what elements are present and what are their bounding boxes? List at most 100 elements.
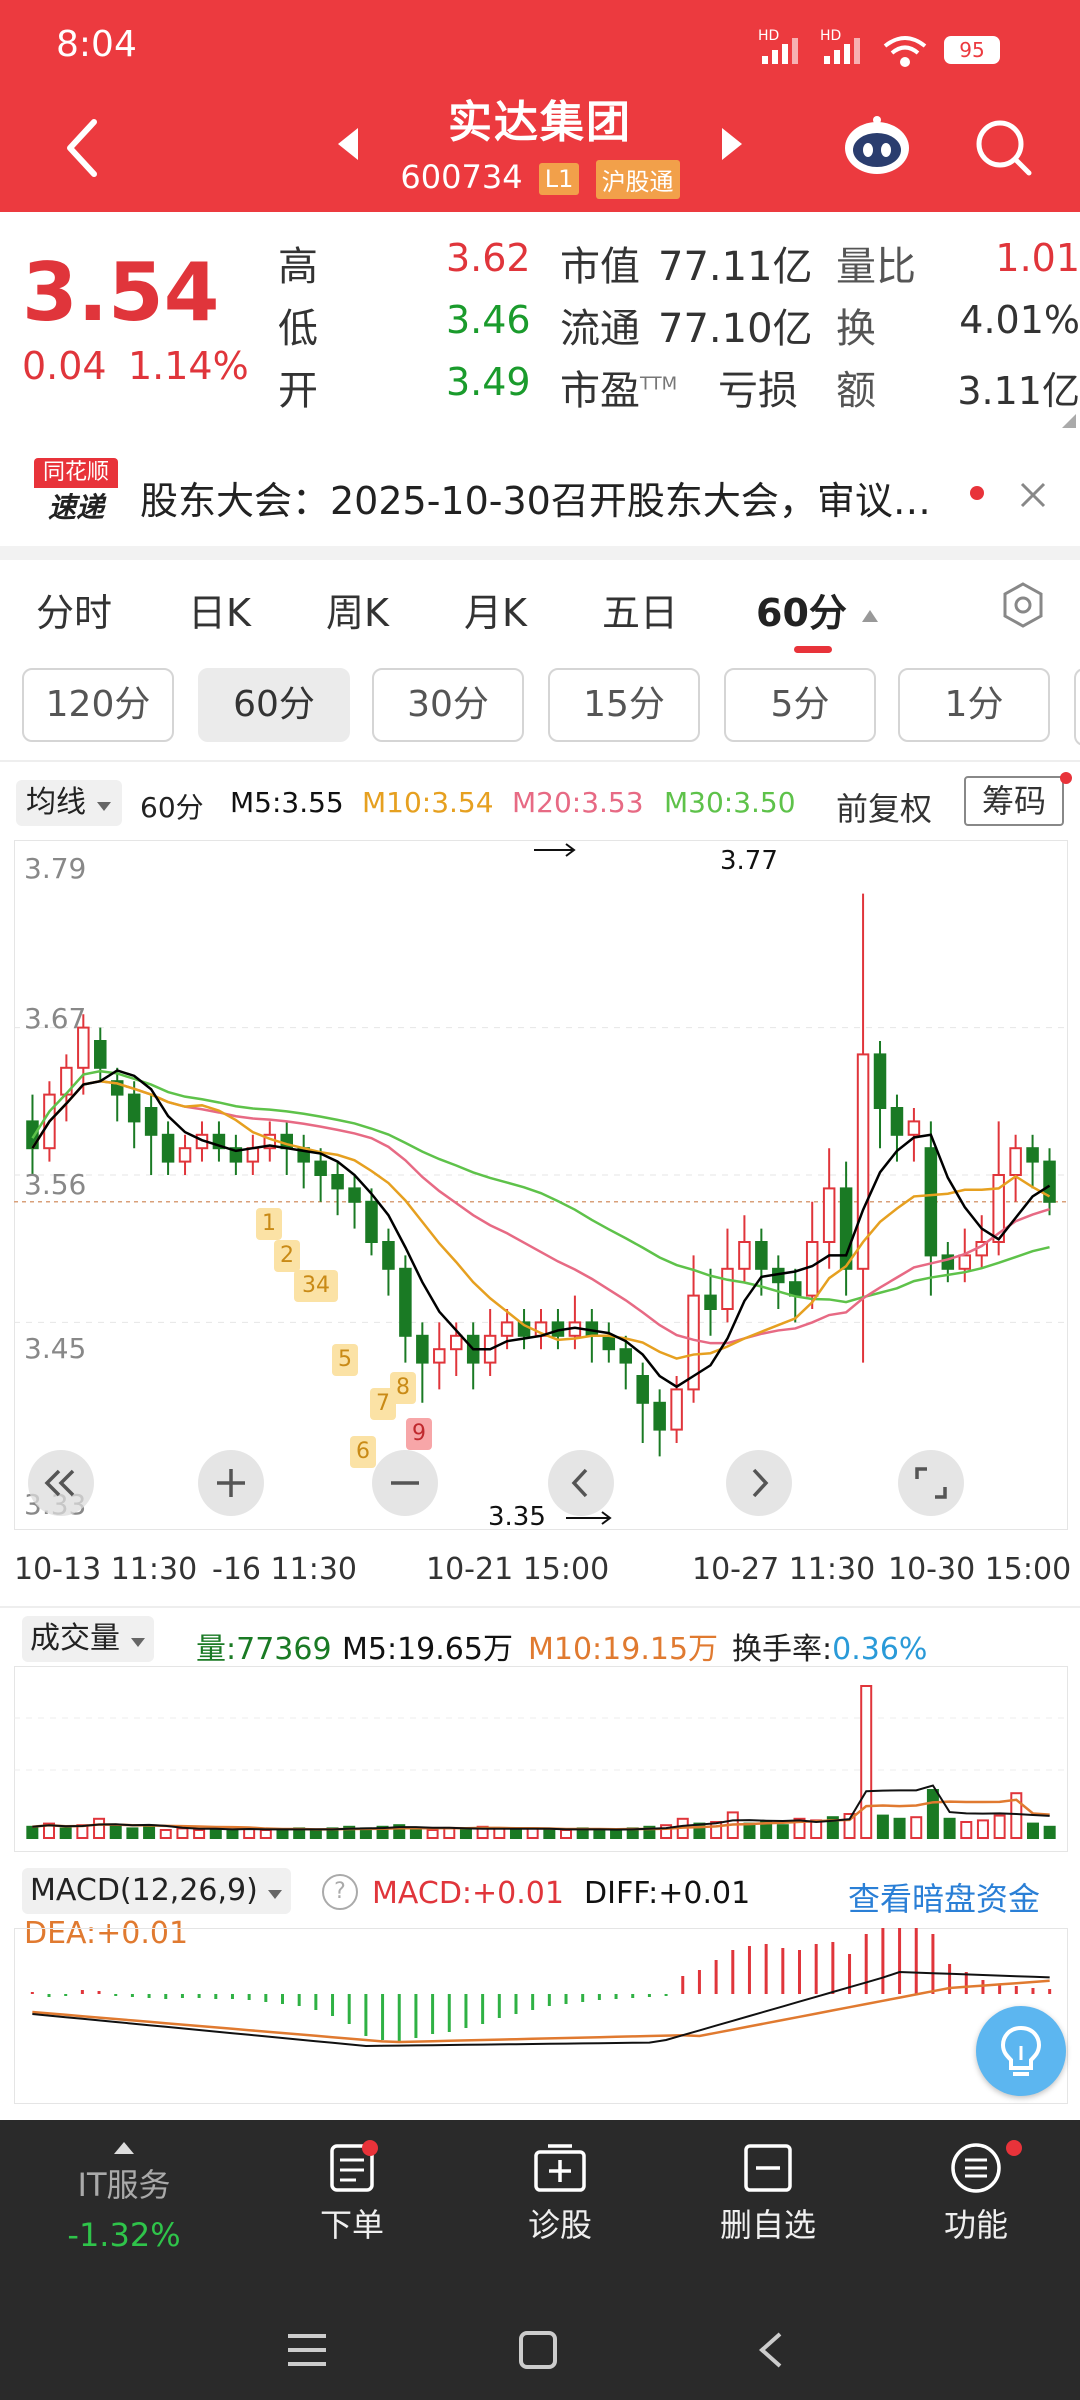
expand-corner-icon[interactable] <box>1058 410 1078 430</box>
zoom-in-control[interactable] <box>198 1450 264 1516</box>
volume-bar <box>876 1814 889 1840</box>
order-item[interactable]: 下单 <box>262 2140 442 2246</box>
volume-bar <box>443 1827 456 1839</box>
close-icon[interactable] <box>1018 480 1048 510</box>
turnover-value: 4.01% <box>959 298 1080 342</box>
x-label-1: 10-13 11:30 <box>14 1552 198 1587</box>
macd-selector[interactable]: MACD(12,26,9) <box>22 1868 292 1914</box>
macd-chart[interactable] <box>14 1928 1068 2104</box>
ma-selector[interactable]: 均线 <box>16 780 122 826</box>
rewind-control[interactable] <box>28 1450 94 1516</box>
news-banner[interactable]: 同花顺 速递 股东大会：2025-10-30召开股东大会，审议… <box>0 444 1080 544</box>
low-price-label: 3.35 <box>488 1502 546 1532</box>
sub-period-overflow[interactable] <box>1074 668 1080 746</box>
signal-34: 34 <box>294 1270 338 1302</box>
chips-button[interactable]: 筹码 <box>964 776 1064 826</box>
ma5-value: M5:3.55 <box>230 786 344 819</box>
turnover-label: 换 <box>836 306 876 352</box>
tab-weekly[interactable]: 周K <box>326 582 389 637</box>
signal-6: 6 <box>350 1436 376 1468</box>
y-label-3: 3.56 <box>24 1168 87 1201</box>
functions-dot <box>1006 2140 1022 2156</box>
remove-watchlist-item[interactable]: 删自选 <box>678 2140 858 2246</box>
sector-item[interactable]: IT服务 -1.32% <box>34 2140 214 2254</box>
volume-value: 量:77369 <box>196 1632 332 1667</box>
high-label: 高 <box>278 244 318 290</box>
volume-bar <box>810 1819 823 1839</box>
pe-value: 亏损 <box>718 368 798 414</box>
open-value: 3.49 <box>446 360 531 404</box>
tab-monthly[interactable]: 月K <box>464 582 527 637</box>
tab-five-day[interactable]: 五日 <box>602 582 678 637</box>
candle-body <box>822 1187 836 1243</box>
system-home-icon[interactable] <box>518 2330 558 2370</box>
search-icon[interactable] <box>972 116 1034 178</box>
sub-period-1[interactable]: 1分 <box>898 668 1050 742</box>
battery-level: 95 <box>959 38 985 62</box>
diagnose-item[interactable]: 诊股 <box>470 2140 650 2246</box>
tab-intraday[interactable]: 分时 <box>36 582 112 637</box>
volume-ratio-value: 1.01 <box>995 236 1080 280</box>
low-label: 低 <box>278 306 318 352</box>
scroll-right-control[interactable] <box>726 1450 792 1516</box>
help-icon[interactable]: ? <box>322 1874 358 1910</box>
volume-selector[interactable]: 成交量 <box>22 1616 154 1662</box>
divider-3 <box>0 1606 1080 1608</box>
news-unread-dot <box>970 486 984 500</box>
candle-body <box>670 1388 683 1431</box>
system-menu-icon[interactable] <box>286 2332 328 2368</box>
zoom-out-control[interactable] <box>372 1450 438 1516</box>
idea-bulb-button[interactable] <box>976 2006 1066 2096</box>
fullscreen-icon <box>915 1467 947 1499</box>
volume-bar <box>309 1829 322 1839</box>
level-tag: L1 <box>538 163 580 195</box>
signal-2: 2 <box>274 1240 300 1272</box>
system-back-icon[interactable] <box>756 2330 786 2370</box>
news-logo-top: 同花顺 <box>34 458 118 488</box>
news-logo-bottom: 速递 <box>47 491 104 524</box>
tab-60min[interactable]: 60分 <box>756 582 880 637</box>
tab-daily[interactable]: 日K <box>188 582 251 637</box>
sub-period-120[interactable]: 120分 <box>22 668 174 742</box>
sub-period-5[interactable]: 5分 <box>724 668 876 742</box>
candle-body <box>721 1267 734 1310</box>
dropdown-arrow-icon <box>130 1638 145 1647</box>
volume-bar <box>126 1827 139 1839</box>
fullscreen-control[interactable] <box>898 1450 964 1516</box>
candle-body <box>704 1294 717 1311</box>
wifi-icon <box>883 36 927 67</box>
candle-body <box>755 1241 768 1270</box>
volume-bar <box>893 1817 906 1840</box>
sub-period-15[interactable]: 15分 <box>548 668 700 742</box>
sector-name: IT服务 <box>77 2166 171 2204</box>
functions-label: 功能 <box>943 2206 1008 2244</box>
volume-bar <box>543 1829 556 1839</box>
settings-hexagon-icon[interactable] <box>998 580 1048 630</box>
sub-period-60[interactable]: 60分 <box>198 668 350 742</box>
ma20-value: M20:3.53 <box>512 786 644 819</box>
volume-bar <box>409 1827 422 1839</box>
functions-item[interactable]: 功能 <box>886 2140 1066 2246</box>
volume-bar <box>59 1827 72 1839</box>
volume-m10: M10:19.15万 <box>528 1632 719 1667</box>
news-text[interactable]: 股东大会：2025-10-30召开股东大会，审议… <box>140 470 931 525</box>
candle-body <box>636 1375 649 1404</box>
ma-indicator-bar: 均线 60分 M5:3.55 M10:3.54 M20:3.53 M30:3.5… <box>0 772 1080 832</box>
ma-period: 60分 <box>140 791 204 824</box>
volume-chart[interactable] <box>14 1666 1068 1852</box>
candle-body <box>738 1241 751 1270</box>
diff-value: DIFF:+0.01 <box>584 1876 751 1911</box>
volume-bar <box>526 1827 539 1839</box>
scroll-left-control[interactable] <box>548 1450 614 1516</box>
robot-assistant-icon[interactable] <box>842 114 912 178</box>
minus-icon <box>391 1481 419 1485</box>
adjust-toggle[interactable]: 前复权 <box>836 784 932 830</box>
turnover-rate-value: 0.36% <box>832 1632 928 1667</box>
last-price: 3.54 <box>22 246 220 339</box>
candle-body <box>314 1160 327 1177</box>
y-label-4: 3.45 <box>24 1332 87 1365</box>
dark-pool-link[interactable]: 查看暗盘资金 <box>848 1874 1040 1920</box>
kline-chart[interactable] <box>14 840 1068 1530</box>
sub-period-30[interactable]: 30分 <box>372 668 524 742</box>
y-label-2: 3.67 <box>24 1002 87 1035</box>
